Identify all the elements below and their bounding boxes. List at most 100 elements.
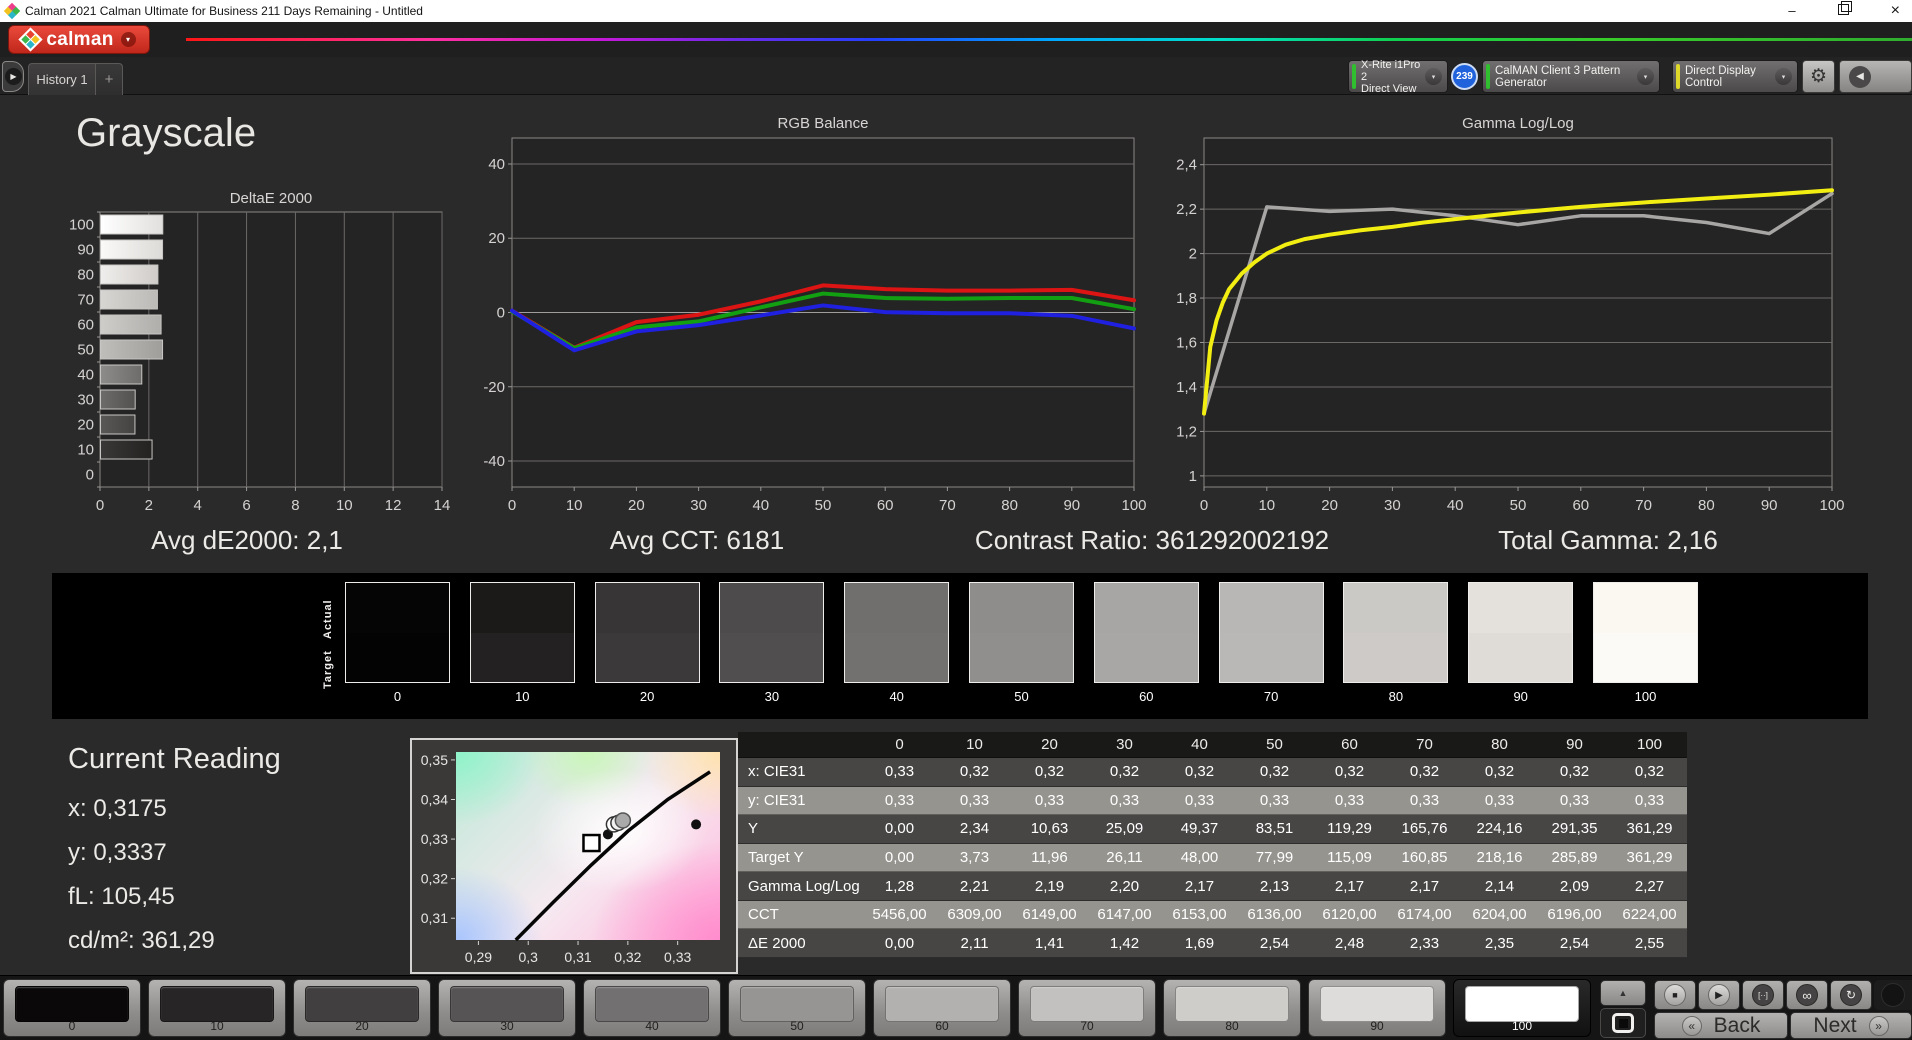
svg-text:0,32: 0,32: [614, 949, 641, 965]
play-button-icon: ▶: [1708, 984, 1730, 1006]
calman-app-icon: [3, 2, 21, 20]
svg-text:10: 10: [77, 442, 94, 459]
svg-text:DeltaE 2000: DeltaE 2000: [230, 190, 313, 207]
table-cell: 0,33: [1012, 786, 1087, 816]
table-header-100: 100: [1612, 732, 1687, 758]
next-button[interactable]: Next »: [1790, 1012, 1912, 1039]
pattern-swatch-40[interactable]: 40: [583, 979, 721, 1037]
svg-text:40: 40: [752, 497, 769, 514]
table-cell: 6147,00: [1087, 900, 1162, 930]
close-button[interactable]: ×: [1891, 0, 1900, 22]
swatch-label: 50: [790, 1019, 804, 1033]
patch-actual: [845, 583, 949, 633]
strip-target-label: Target: [322, 650, 334, 689]
table-cell: 361,29: [1612, 843, 1687, 873]
gear-icon: ⚙: [1809, 66, 1828, 87]
swatch-label: 0: [68, 1019, 76, 1033]
patch-target: [470, 632, 574, 682]
table-cell: 1,28: [862, 872, 937, 901]
display-control-button[interactable]: Direct Display Control ▾: [1672, 60, 1798, 93]
table-header-0: 0: [862, 732, 937, 758]
swatch-label: 20: [355, 1019, 369, 1033]
pattern-swatch-10[interactable]: 10: [148, 979, 286, 1037]
workflow-run-button[interactable]: ▶: [2, 61, 24, 92]
collapse-panel-button[interactable]: ◀: [1839, 60, 1912, 93]
reading-cdm2: cd/m²: 361,29: [68, 927, 215, 954]
tab-history-1[interactable]: History 1: [28, 63, 96, 95]
meter-device-button[interactable]: X-Rite i1Pro 2 Direct View ▾: [1348, 59, 1448, 95]
swatch-color: [740, 986, 854, 1022]
restore-button[interactable]: [1837, 0, 1852, 22]
stop-button[interactable]: ■: [1654, 980, 1696, 1010]
table-header-20: 20: [1012, 732, 1087, 758]
pattern-options-up-button[interactable]: ▲: [1600, 980, 1646, 1006]
patch-target: [1594, 632, 1697, 682]
svg-text:20: 20: [628, 497, 645, 514]
refresh-button[interactable]: ↻: [1830, 980, 1872, 1010]
pattern-swatch-30[interactable]: 30: [438, 979, 576, 1037]
table-cell: 83,51: [1237, 815, 1312, 844]
grayscale-patch-label: 70: [1263, 689, 1279, 704]
svg-text:0,31: 0,31: [421, 910, 448, 926]
table-header-10: 10: [937, 732, 1012, 758]
up-arrow-icon: ▲: [1618, 988, 1628, 998]
swatch-label: 90: [1370, 1019, 1384, 1033]
table-row-label: Target Y: [738, 843, 862, 873]
pattern-generator-button[interactable]: CalMAN Client 3 Pattern Generator ▾: [1482, 60, 1660, 93]
meter-count-badge[interactable]: 239: [1451, 63, 1478, 90]
table-header-80: 80: [1462, 732, 1537, 758]
patch-actual: [470, 583, 574, 633]
swatch-label: 80: [1225, 1019, 1239, 1033]
pattern-swatch-70[interactable]: 70: [1018, 979, 1156, 1037]
minimize-button[interactable]: –: [1788, 0, 1795, 22]
svg-text:1,8: 1,8: [1176, 290, 1197, 307]
pattern-swatch-100[interactable]: 100: [1453, 979, 1591, 1037]
calman-logo-icon: [18, 27, 43, 52]
svg-text:50: 50: [77, 342, 94, 359]
patch-actual: [1469, 583, 1573, 633]
table-cell: 0,33: [1312, 786, 1387, 816]
table-cell: 2,27: [1612, 872, 1687, 901]
swatch-color: [305, 986, 419, 1022]
window-size-button[interactable]: [··]: [1742, 980, 1784, 1010]
table-cell: 1,69: [1162, 929, 1237, 958]
svg-text:100: 100: [1819, 497, 1844, 514]
pattern-swatch-60[interactable]: 60: [873, 979, 1011, 1037]
play-button[interactable]: ▶: [1698, 980, 1740, 1010]
table-cell: 5456,00: [862, 900, 937, 930]
pattern-swatch-90[interactable]: 90: [1308, 979, 1446, 1037]
svg-text:100: 100: [1121, 497, 1146, 514]
reading-fl: fL: 105,45: [68, 883, 175, 910]
continuous-measure-button[interactable]: ∞: [1786, 980, 1828, 1010]
settings-button[interactable]: ⚙: [1802, 60, 1835, 93]
svg-text:Gamma Log/Log: Gamma Log/Log: [1462, 115, 1574, 132]
grayscale-patch-100: [1593, 582, 1698, 683]
svg-text:10: 10: [336, 497, 353, 514]
svg-text:20: 20: [488, 230, 505, 247]
table-cell: 3,73: [937, 843, 1012, 873]
pattern-swatch-0[interactable]: 0: [3, 979, 141, 1037]
table-cell: 10,63: [1012, 815, 1087, 844]
add-tab-button[interactable]: +: [96, 63, 123, 95]
bottom-pattern-bar: ▲ « Back Next » 0 10 20 30 40 50 60 70 80 90 100 ■ ▶…: [0, 975, 1912, 1040]
meter-target-icon: [1881, 983, 1905, 1007]
svg-text:0: 0: [96, 497, 104, 514]
table-cell: 291,35: [1537, 815, 1612, 844]
continuous-measure-button-icon: ∞: [1796, 984, 1818, 1006]
svg-text:80: 80: [1698, 497, 1715, 514]
calman-menu-button[interactable]: calman ▾: [8, 25, 150, 54]
back-button[interactable]: « Back: [1654, 1012, 1788, 1039]
pattern-swatch-80[interactable]: 80: [1163, 979, 1301, 1037]
window-pattern-button[interactable]: [1600, 1008, 1646, 1038]
chevrons-right-icon: »: [1868, 1015, 1889, 1036]
patch-target: [346, 632, 449, 682]
grayscale-patch-label: 0: [393, 689, 402, 704]
svg-text:40: 40: [1447, 497, 1464, 514]
table-cell: 0,32: [1537, 758, 1612, 787]
table-cell: 6149,00: [1012, 900, 1087, 930]
table-cell: 0,32: [1087, 758, 1162, 787]
table-cell: 160,85: [1387, 843, 1462, 873]
table-cell: 1,41: [1012, 929, 1087, 958]
pattern-swatch-50[interactable]: 50: [728, 979, 866, 1037]
pattern-swatch-20[interactable]: 20: [293, 979, 431, 1037]
